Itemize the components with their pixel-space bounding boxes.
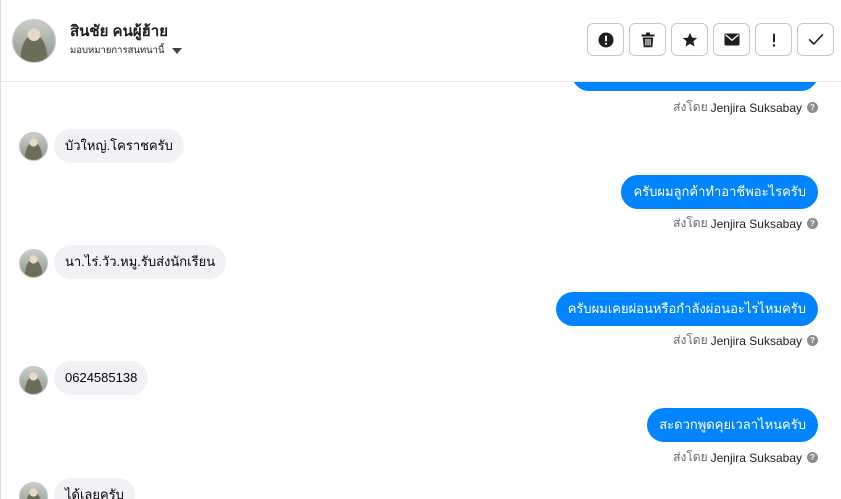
incoming-message[interactable]: 0624585138 [54,361,149,395]
exclamation-circle-icon [598,32,613,47]
trash-icon [641,32,654,47]
follow-up-button[interactable] [755,23,792,56]
assign-label: มอบหมายการสนทนานี้ [70,45,165,56]
contact-name[interactable]: สินชัย คนผู้ฮ้าย [70,19,168,43]
help-icon[interactable]: ? [807,452,818,463]
report-spam-button[interactable] [587,23,624,56]
sent-by-label: ส่งโดย Jenjira Suksabay ? [673,214,818,233]
help-icon[interactable]: ? [807,102,818,113]
mark-unread-button[interactable] [713,23,750,56]
incoming-message[interactable]: บัวใหญ่.โคราชครับ [54,129,184,163]
outgoing-message[interactable]: ครับผมลูกค้าทำอาชีพอะไรครับ [621,175,818,209]
sent-by-prefix: ส่งโดย [673,216,708,230]
help-icon[interactable]: ? [807,335,818,346]
star-icon [682,32,697,47]
exclamation-icon [772,33,775,47]
sent-by-label: ส่งโดย Jenjira Suksabay ? [673,98,818,117]
contact-avatar-small[interactable] [19,366,48,395]
sender-name: Jenjira Suksabay [710,100,802,115]
star-button[interactable] [671,23,708,56]
sent-by-label: ส่งโดย Jenjira Suksabay ? [673,331,818,350]
contact-avatar-small[interactable] [19,132,48,161]
help-icon[interactable]: ? [807,218,818,229]
outgoing-message[interactable] [572,82,818,91]
sent-by-label: ส่งโดย Jenjira Suksabay ? [673,448,818,467]
assign-conversation-dropdown[interactable]: มอบหมายการสนทนานี้ [70,43,182,58]
outgoing-message[interactable]: ครับผมเคยผ่อนหรือกำลังผ่อนอะไรไหมครับ [555,292,818,326]
contact-avatar-small[interactable] [19,249,48,278]
contact-avatar-small[interactable] [19,482,48,499]
action-toolbar [587,23,834,56]
contact-avatar[interactable] [12,19,56,63]
sent-by-prefix: ส่งโดย [673,450,708,464]
sent-by-prefix: ส่งโดย [673,100,708,114]
caret-down-icon [171,47,182,54]
delete-button[interactable] [629,23,666,56]
sender-name: Jenjira Suksabay [710,333,802,348]
checkmark-icon [808,34,823,45]
sender-name: Jenjira Suksabay [710,216,802,231]
message-thread[interactable]: ส่งโดย Jenjira Suksabay ? บัวใหญ่.โคราชค… [1,82,841,499]
mark-done-button[interactable] [797,23,834,56]
sent-by-prefix: ส่งโดย [673,333,708,347]
conversation-header: สินชัย คนผู้ฮ้าย มอบหมายการสนทนานี้ [1,0,841,82]
envelope-icon [724,33,739,46]
incoming-message[interactable]: นา.ไร่.วัว.หมู.รับส่งนักเรียน [54,245,227,279]
sender-name: Jenjira Suksabay [710,450,802,465]
incoming-message[interactable]: ได้เลยครับ [54,478,135,499]
conversation-panel: สินชัย คนผู้ฮ้าย มอบหมายการสนทนานี้ ส่งโ… [0,0,841,499]
outgoing-message[interactable]: สะดวกพูดคุยเวลาไหนครับ [647,408,818,442]
